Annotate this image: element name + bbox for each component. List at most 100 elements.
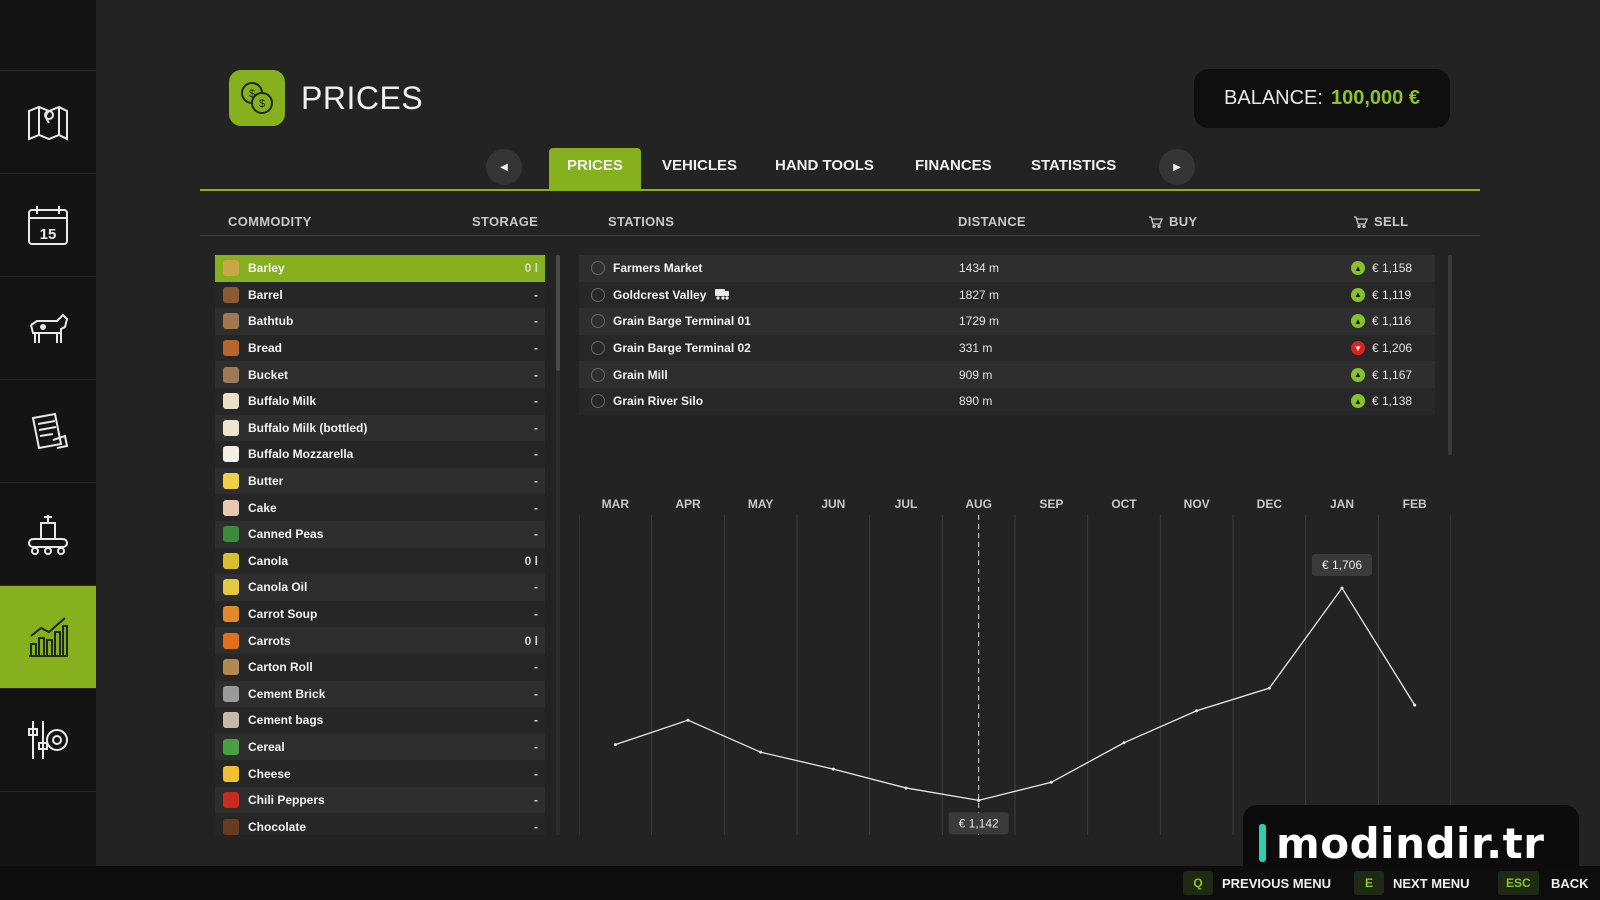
commodity-row[interactable]: Canned Peas - <box>215 520 545 548</box>
commodity-row[interactable]: Cereal - <box>215 733 545 761</box>
commodity-icon <box>223 286 239 303</box>
station-pin-icon[interactable] <box>591 367 605 382</box>
commodity-scrollbar[interactable] <box>556 255 560 835</box>
commodity-row[interactable]: Cement Brick - <box>215 680 545 708</box>
station-row[interactable]: Farmers Market 1434 m ▲ € 1,158 <box>579 255 1435 282</box>
station-scrollbar[interactable] <box>1448 255 1452 455</box>
station-row[interactable]: Grain Barge Terminal 01 1729 m ▲ € 1,116 <box>579 308 1435 335</box>
chart-point <box>1267 686 1271 690</box>
tab-finances[interactable]: FINANCES <box>915 148 992 190</box>
commodity-name: Cement Brick <box>248 686 326 701</box>
buy-icon <box>1149 216 1163 228</box>
tab-vehicles[interactable]: VEHICLES <box>662 148 737 190</box>
commodity-list[interactable]: Barley 0 l Barrel - Bathtub - Bread - Bucket - Buf… <box>215 255 545 835</box>
tab-prices[interactable]: PRICES <box>549 148 641 190</box>
commodity-name: Chocolate <box>248 819 307 834</box>
commodity-row[interactable]: Bread - <box>215 334 545 362</box>
sidebar-item-map[interactable] <box>0 71 96 174</box>
balance-box: BALANCE: 100,000 € <box>1194 69 1450 128</box>
chart-month-label: OCT <box>1111 497 1137 511</box>
coins-icon: $ $ <box>241 82 273 114</box>
chart-month-label: JUN <box>821 497 845 511</box>
chart-month-label: NOV <box>1184 497 1210 511</box>
chart-point <box>1122 741 1126 745</box>
trend-up-icon: ▲ <box>1351 287 1365 302</box>
commodity-row[interactable]: Chili Peppers - <box>215 786 545 814</box>
key-q: Q <box>1183 871 1213 895</box>
commodity-name: Canola <box>248 553 289 568</box>
chart-point <box>1049 780 1053 784</box>
station-row[interactable]: Goldcrest Valley 1827 m ▲ € 1,119 <box>579 281 1435 309</box>
col-sell: SELL <box>1353 214 1408 229</box>
commodity-row[interactable]: Buffalo Milk (bottled) - <box>215 414 545 442</box>
back-button[interactable]: BACK <box>1551 876 1589 891</box>
commodity-icon <box>223 738 239 755</box>
commodity-row[interactable]: Buffalo Milk - <box>215 387 545 415</box>
station-pin-icon[interactable] <box>591 287 605 302</box>
station-pin-icon[interactable] <box>591 261 605 276</box>
tab-prev-button[interactable]: ◀ <box>486 149 522 185</box>
sidebar-item-settings[interactable] <box>0 689 96 792</box>
commodity-storage: - <box>534 660 538 675</box>
commodity-icon <box>223 499 239 516</box>
previous-menu-button[interactable]: PREVIOUS MENU <box>1222 876 1331 891</box>
commodity-row[interactable]: Cheese - <box>215 760 545 787</box>
station-distance: 1434 m <box>959 261 1000 276</box>
commodity-row[interactable]: Carton Roll - <box>215 653 545 681</box>
commodity-storage: - <box>534 287 538 302</box>
commodity-row[interactable]: Barrel - <box>215 281 545 309</box>
station-sell-price: € 1,119 <box>1372 287 1412 302</box>
commodity-row[interactable]: Carrots 0 l <box>215 627 545 654</box>
chart-point <box>613 743 617 747</box>
commodity-row[interactable]: Bathtub - <box>215 308 545 335</box>
sidebar-item-contracts[interactable] <box>0 380 96 483</box>
station-distance: 890 m <box>959 394 993 409</box>
commodity-row[interactable]: Buffalo Mozzarella - <box>215 441 545 468</box>
station-name: Goldcrest Valley <box>613 287 707 302</box>
commodity-scrollbar-thumb[interactable] <box>556 255 560 371</box>
chart-point <box>831 767 835 771</box>
commodity-storage: - <box>534 739 538 754</box>
sidebar-item-production[interactable] <box>0 483 96 586</box>
station-pin-icon[interactable] <box>591 394 605 409</box>
commodity-icon <box>223 552 239 569</box>
commodity-row[interactable]: Barley 0 l <box>215 255 545 282</box>
commodity-name: Buffalo Milk (bottled) <box>248 420 368 435</box>
commodity-name: Carton Roll <box>248 660 313 675</box>
tab-statistics[interactable]: STATISTICS <box>1031 148 1116 190</box>
commodity-row[interactable]: Chocolate - <box>215 813 545 835</box>
next-menu-button[interactable]: NEXT MENU <box>1393 876 1470 891</box>
station-pin-icon[interactable] <box>591 314 605 329</box>
commodity-row[interactable]: Bucket - <box>215 361 545 388</box>
chart-point <box>686 718 690 722</box>
commodity-name: Cheese <box>248 766 291 781</box>
chart-point <box>977 798 981 802</box>
station-pin-icon[interactable] <box>591 341 605 356</box>
station-row[interactable]: Grain River Silo 890 m ▲ € 1,138 <box>579 387 1435 415</box>
commodity-row[interactable]: Canola Oil - <box>215 574 545 601</box>
commodity-row[interactable]: Canola 0 l <box>215 547 545 575</box>
chart-point <box>759 750 763 754</box>
station-row[interactable]: Grain Barge Terminal 02 331 m ▼ € 1,206 <box>579 334 1435 362</box>
tab-next-button[interactable]: ▶ <box>1159 149 1195 185</box>
commodity-icon <box>223 632 239 649</box>
station-distance: 1729 m <box>959 314 1000 329</box>
station-row[interactable]: Grain Mill 909 m ▲ € 1,167 <box>579 361 1435 388</box>
chart-point <box>1195 709 1199 713</box>
commodity-storage: - <box>534 527 538 542</box>
commodity-storage: - <box>534 607 538 622</box>
sidebar-item-prices[interactable] <box>0 586 96 689</box>
commodity-storage: - <box>534 686 538 701</box>
page-title: PRICES <box>301 80 424 116</box>
balance-value: 100,000 € <box>1330 87 1420 109</box>
commodity-name: Buffalo Milk <box>248 394 316 409</box>
tab-hand-tools[interactable]: HAND TOOLS <box>775 148 874 190</box>
sidebar-item-calendar[interactable]: 15 <box>0 174 96 277</box>
commodity-row[interactable]: Cake - <box>215 494 545 521</box>
sidebar-item-animals[interactable] <box>0 277 96 380</box>
station-name: Grain Barge Terminal 01 <box>613 314 751 329</box>
commodity-row[interactable]: Cement bags - <box>215 707 545 734</box>
commodity-row[interactable]: Carrot Soup - <box>215 600 545 628</box>
commodity-storage: 0 l <box>524 633 538 648</box>
commodity-row[interactable]: Butter - <box>215 467 545 495</box>
